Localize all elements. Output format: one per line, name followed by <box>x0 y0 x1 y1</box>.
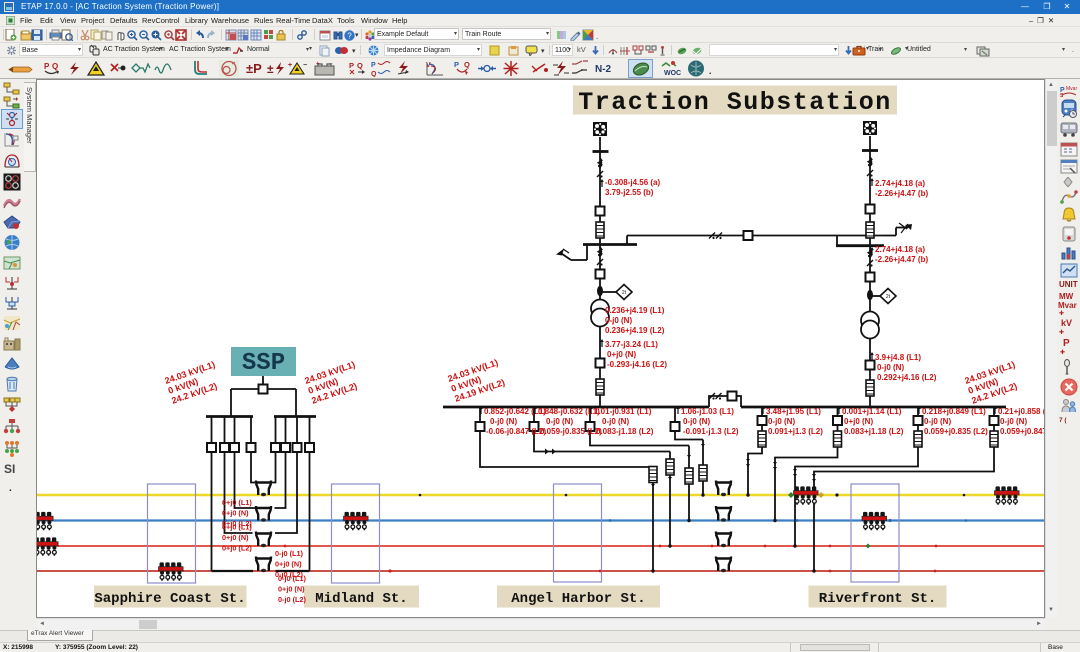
svg-text:1.01-j0.931 (L1): 1.01-j0.931 (L1) <box>594 407 652 416</box>
svg-text:-2.26+j4.47 (b): -2.26+j4.47 (b) <box>875 255 928 264</box>
svg-text:0-j0 (L1): 0-j0 (L1) <box>278 574 307 583</box>
svg-text:±: ± <box>267 62 274 76</box>
svg-text:P: P <box>371 62 376 69</box>
svg-text:N-2: N-2 <box>595 64 612 75</box>
svg-text:0-j0 (N): 0-j0 (N) <box>683 417 710 426</box>
svg-text:0-j0 (N): 0-j0 (N) <box>768 417 795 426</box>
svg-text:0-j0 (N): 0-j0 (N) <box>877 363 904 372</box>
svg-text:0-j0 (N): 0-j0 (N) <box>490 417 517 426</box>
svg-text:Q: Q <box>52 62 58 71</box>
svg-text:0-j0 (N): 0-j0 (N) <box>924 417 951 426</box>
svg-text:3.79-j2.55 (b): 3.79-j2.55 (b) <box>605 188 654 197</box>
svg-text:0+j0 (N): 0+j0 (N) <box>278 585 305 594</box>
svg-text:Q: Q <box>464 60 470 69</box>
svg-text:0.091+j1.3 (L2): 0.091+j1.3 (L2) <box>768 427 823 436</box>
svg-text:2.74+j4.18 (a): 2.74+j4.18 (a) <box>875 179 925 188</box>
svg-text:0-j0 (N): 0-j0 (N) <box>546 417 573 426</box>
svg-text:Q: Q <box>357 61 363 70</box>
svg-text:Q: Q <box>371 71 377 77</box>
svg-text:1.06-j1.03 (L1): 1.06-j1.03 (L1) <box>681 407 734 416</box>
svg-text:0+j0 (N): 0+j0 (N) <box>844 417 873 426</box>
svg-text:−: − <box>303 62 307 69</box>
svg-text:-0.091-j1.3 (L2): -0.091-j1.3 (L2) <box>683 427 739 436</box>
svg-text:+: + <box>288 62 292 69</box>
svg-text:3.48+j1.95 (L1): 3.48+j1.95 (L1) <box>766 407 821 416</box>
svg-text:+: + <box>316 62 320 68</box>
svg-text:Midland St.: Midland St. <box>315 591 407 607</box>
svg-text:0+j0 (L1): 0+j0 (L1) <box>222 523 252 532</box>
svg-text:2t: 2t <box>886 294 891 300</box>
svg-text:Angel Harbor St.: Angel Harbor St. <box>511 591 645 607</box>
svg-text:0.083-j1.18 (L2): 0.083-j1.18 (L2) <box>596 427 654 436</box>
svg-text:0-j0 (L1): 0-j0 (L1) <box>275 549 304 558</box>
svg-text:−: − <box>329 62 333 68</box>
svg-text:P: P <box>44 62 50 71</box>
svg-text:3.9+j4.8 (L1): 3.9+j4.8 (L1) <box>875 353 921 362</box>
svg-text:0-j0 (N): 0-j0 (N) <box>1000 417 1027 426</box>
svg-text:0.059+j0.835 (L2): 0.059+j0.835 (L2) <box>924 427 988 436</box>
svg-text:0.292+j4.16 (L2): 0.292+j4.16 (L2) <box>877 373 937 382</box>
svg-text:0.059+j0.847 (: 0.059+j0.847 ( <box>1000 427 1044 436</box>
svg-text:-0.293-j4.16 (L2): -0.293-j4.16 (L2) <box>607 360 667 369</box>
svg-text:0+j0 (N): 0+j0 (N) <box>607 350 636 359</box>
svg-text:Traction Substation: Traction Substation <box>578 88 892 117</box>
svg-text:0.21+j0.858 (L: 0.21+j0.858 (L <box>998 407 1044 416</box>
svg-text:2.74+j4.18 (a): 2.74+j4.18 (a) <box>875 245 925 254</box>
svg-text:0.218+j0.849 (L1): 0.218+j0.849 (L1) <box>922 407 986 416</box>
svg-text:0+j0 (N): 0+j0 (N) <box>275 560 302 569</box>
svg-text:Mvar: Mvar <box>1066 86 1077 92</box>
svg-text:WOC: WOC <box>664 70 681 77</box>
svg-text:0-j0 (N): 0-j0 (N) <box>605 316 632 325</box>
svg-text:P: P <box>349 61 354 70</box>
svg-text:-0.308-j4.56 (a): -0.308-j4.56 (a) <box>605 178 660 187</box>
svg-text:0.083+j1.18 (L2): 0.083+j1.18 (L2) <box>844 427 904 436</box>
svg-text:P: P <box>454 60 459 69</box>
svg-text:SSP: SSP <box>242 350 285 377</box>
svg-text:±P: ±P <box>246 61 262 76</box>
svg-text:Riverfront St.: Riverfront St. <box>819 591 937 607</box>
svg-text:0-j0 (L2): 0-j0 (L2) <box>278 595 307 604</box>
svg-text:Sapphire Coast St.: Sapphire Coast St. <box>94 591 245 607</box>
svg-text:0-j0 (N): 0-j0 (N) <box>602 417 629 426</box>
svg-text:0+j0 (L1): 0+j0 (L1) <box>222 498 252 507</box>
svg-text:0.001+j1.14 (L1): 0.001+j1.14 (L1) <box>842 407 902 416</box>
svg-text:-2.26+j4.47 (b): -2.26+j4.47 (b) <box>875 189 928 198</box>
svg-text:0+j0 (N): 0+j0 (N) <box>222 509 249 518</box>
svg-text:-0.06-j0.847 (L2): -0.06-j0.847 (L2) <box>486 427 546 436</box>
svg-text:0.852-j0.642 (L1): 0.852-j0.642 (L1) <box>484 407 546 416</box>
svg-text:2t: 2t <box>622 290 627 296</box>
svg-text:0+j0 (L2): 0+j0 (L2) <box>222 544 252 553</box>
svg-text:0.236+j4.19 (L2): 0.236+j4.19 (L2) <box>605 326 665 335</box>
svg-text:0.236+j4.19 (L1): 0.236+j4.19 (L1) <box>605 306 665 315</box>
svg-text:?: ? <box>347 32 352 41</box>
svg-text:0.059-j0.835 (L2): 0.059-j0.835 (L2) <box>540 427 602 436</box>
svg-text:3.77-j3.24 (L1): 3.77-j3.24 (L1) <box>605 340 658 349</box>
svg-text:0+j0 (N): 0+j0 (N) <box>222 533 249 542</box>
